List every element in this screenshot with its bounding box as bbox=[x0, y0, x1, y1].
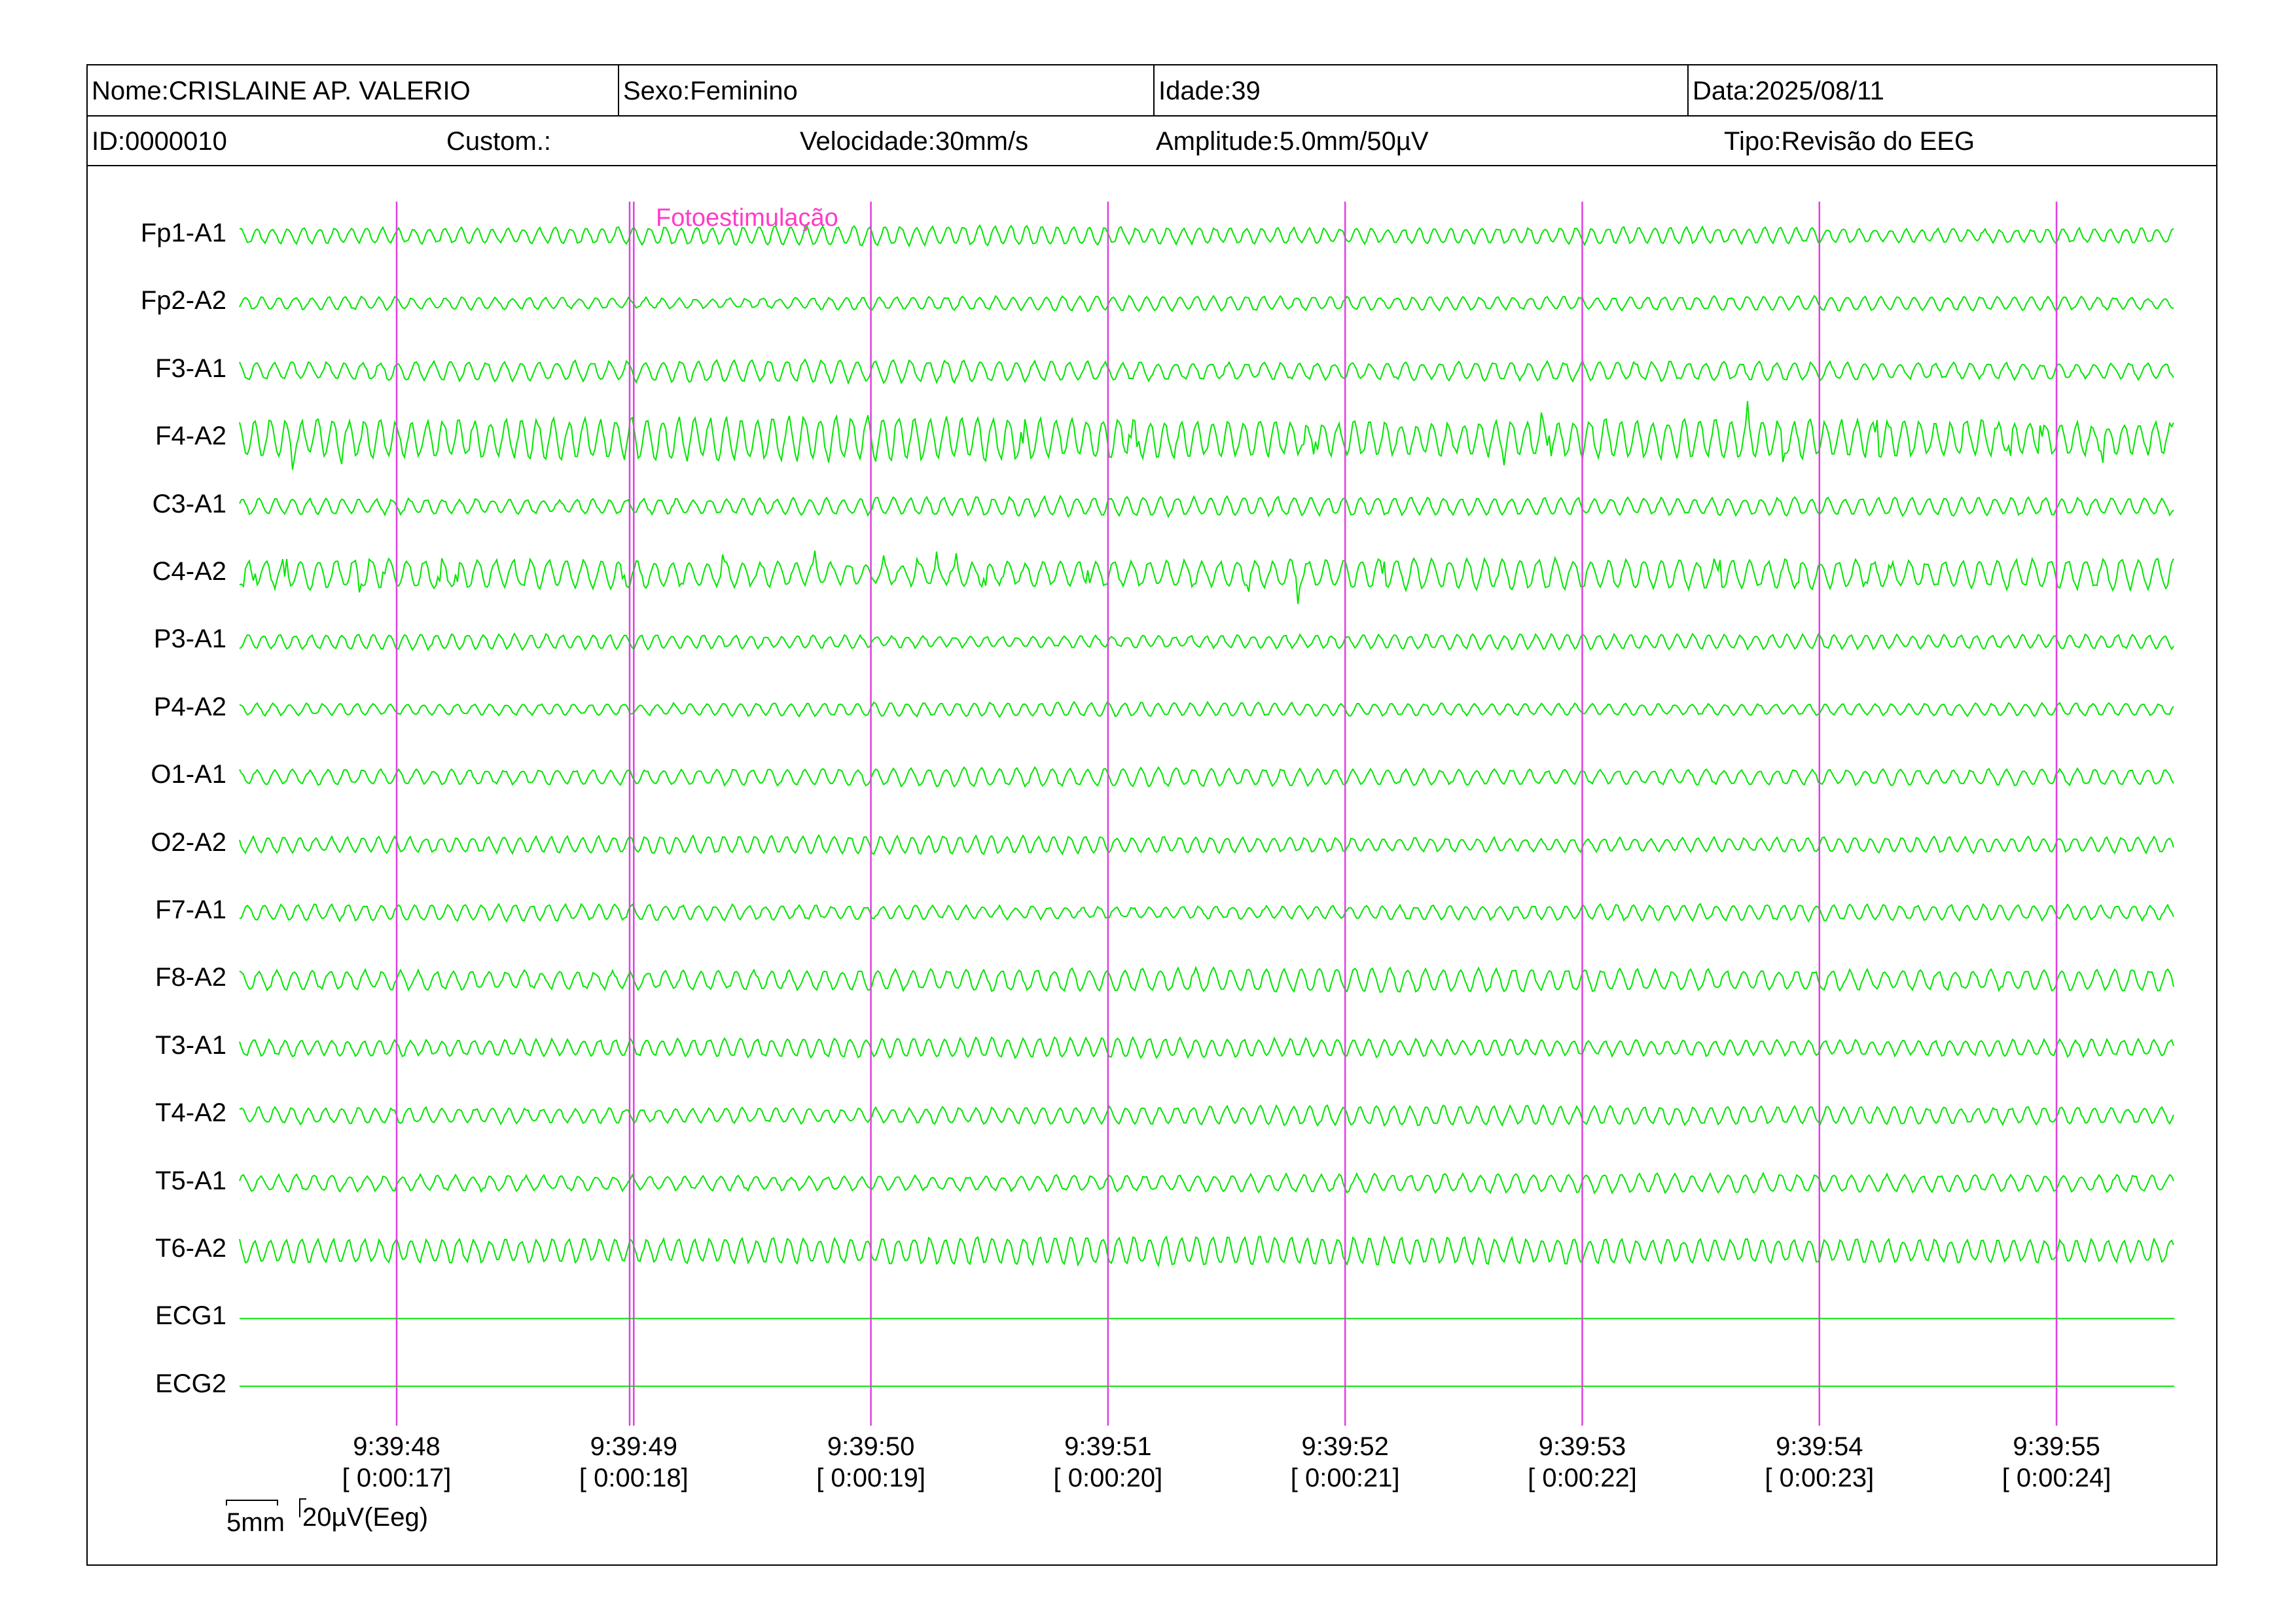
clock-time: 9:39:54 bbox=[1776, 1432, 1863, 1461]
elapsed-time: [ 0:00:23] bbox=[1765, 1464, 1874, 1492]
channel-label: F8-A2 bbox=[155, 963, 226, 992]
trace-fp2-a2 bbox=[239, 295, 2174, 313]
time-mark: 9:39:50 [ 0:00:19] bbox=[786, 1431, 956, 1494]
time-scale-label: 5mm bbox=[226, 1508, 285, 1537]
trace-c3-a1 bbox=[239, 494, 2174, 518]
elapsed-time: [ 0:00:22] bbox=[1528, 1464, 1637, 1492]
clock-time: 9:39:51 bbox=[1064, 1432, 1152, 1461]
time-scale-bracket bbox=[226, 1500, 278, 1506]
trace-p3-a1 bbox=[239, 632, 2174, 652]
channel-label: C3-A1 bbox=[152, 489, 226, 518]
trace-t6-a2 bbox=[239, 1235, 2174, 1268]
trace-o1-a1 bbox=[239, 766, 2174, 788]
elapsed-time: [ 0:00:21] bbox=[1290, 1464, 1400, 1492]
elapsed-time: [ 0:00:19] bbox=[816, 1464, 925, 1492]
channel-label: O2-A2 bbox=[151, 827, 226, 857]
clock-time: 9:39:48 bbox=[353, 1432, 440, 1461]
channel-label: T5-A1 bbox=[155, 1166, 226, 1195]
time-mark: 9:39:49 [ 0:00:18] bbox=[548, 1431, 719, 1494]
channel-label: O1-A1 bbox=[151, 760, 226, 789]
clock-time: 9:39:50 bbox=[827, 1432, 915, 1461]
time-mark: 9:39:51 [ 0:00:20] bbox=[1023, 1431, 1193, 1494]
clock-time: 9:39:49 bbox=[590, 1432, 678, 1461]
trace-o2-a2 bbox=[239, 834, 2174, 856]
channel-label: T6-A2 bbox=[155, 1234, 226, 1263]
channel-label: P3-A1 bbox=[153, 624, 226, 654]
trace-t3-a1 bbox=[239, 1036, 2174, 1060]
trace-fp1-a1 bbox=[239, 223, 2174, 248]
time-mark: 9:39:52 [ 0:00:21] bbox=[1260, 1431, 1430, 1494]
channel-label: T4-A2 bbox=[155, 1098, 226, 1128]
clock-time: 9:39:53 bbox=[1538, 1432, 1626, 1461]
trace-t5-a1 bbox=[239, 1171, 2174, 1195]
channel-label: ECG2 bbox=[155, 1369, 226, 1398]
trace-t4-a2 bbox=[239, 1104, 2174, 1127]
channel-label: Fp2-A2 bbox=[140, 286, 226, 316]
channel-label: F7-A1 bbox=[155, 895, 226, 924]
time-mark: 9:39:48 [ 0:00:17] bbox=[312, 1431, 482, 1494]
trace-f4-a2 bbox=[239, 401, 2174, 470]
photic-stimulation-marker: Fotoestimulação bbox=[656, 204, 838, 232]
time-mark: 9:39:55 [ 0:00:24] bbox=[1971, 1431, 2142, 1494]
amplitude-scale-label: 20µV(Eeg) bbox=[302, 1503, 429, 1532]
time-mark: 9:39:54 [ 0:00:23] bbox=[1734, 1431, 1905, 1494]
channel-label: P4-A2 bbox=[153, 692, 226, 721]
channel-label: F3-A1 bbox=[155, 353, 226, 383]
channel-label: ECG1 bbox=[155, 1301, 226, 1331]
time-mark: 9:39:53 [ 0:00:22] bbox=[1498, 1431, 1668, 1494]
clock-time: 9:39:55 bbox=[2013, 1432, 2100, 1461]
channel-label: Fp1-A1 bbox=[140, 219, 226, 247]
elapsed-time: [ 0:00:20] bbox=[1053, 1464, 1163, 1492]
trace-f3-a1 bbox=[239, 358, 2174, 386]
trace-c4-a2 bbox=[239, 550, 2174, 604]
elapsed-time: [ 0:00:24] bbox=[2001, 1464, 2111, 1492]
channel-label: C4-A2 bbox=[152, 557, 226, 586]
elapsed-time: [ 0:00:18] bbox=[579, 1464, 689, 1492]
eeg-traces bbox=[226, 202, 2174, 1517]
channel-label: F4-A2 bbox=[155, 422, 226, 451]
trace-f7-a1 bbox=[239, 903, 2174, 923]
trace-p4-a2 bbox=[239, 700, 2174, 719]
clock-time: 9:39:52 bbox=[1301, 1432, 1389, 1461]
trace-f8-a2 bbox=[239, 965, 2174, 994]
channel-label: T3-A1 bbox=[155, 1030, 226, 1060]
elapsed-time: [ 0:00:17] bbox=[342, 1464, 452, 1492]
